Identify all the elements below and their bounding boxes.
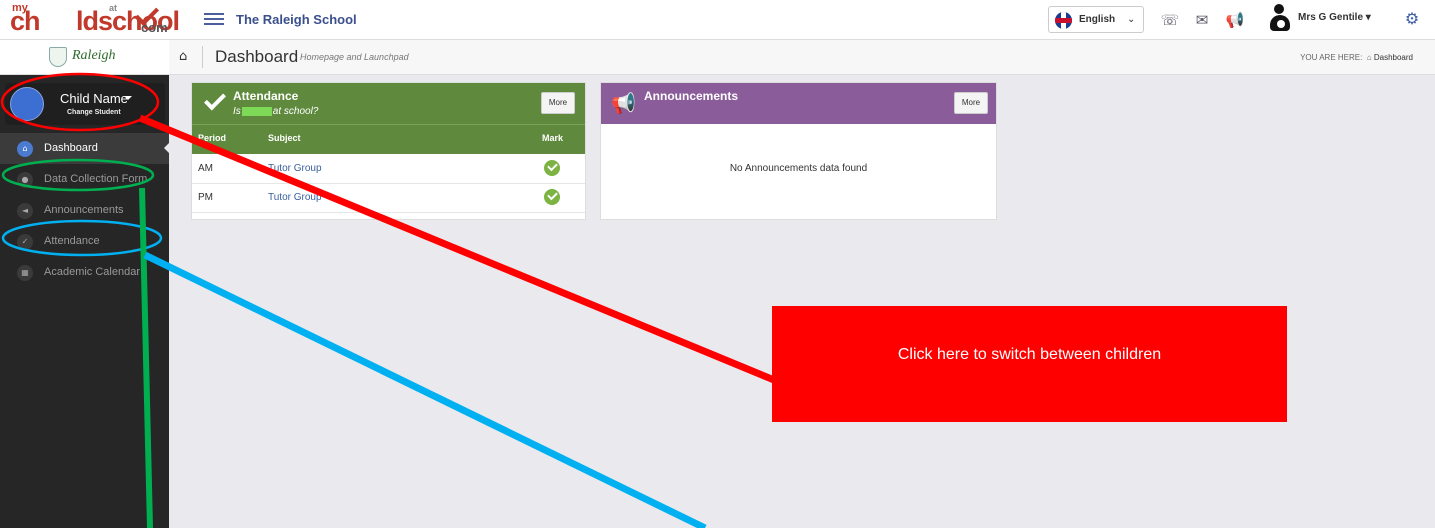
sidebar-item-announcements[interactable]: ◄ Announcements xyxy=(0,195,169,226)
check-icon xyxy=(204,88,226,111)
check-icon: ✓ xyxy=(17,234,33,250)
question-suffix: at school? xyxy=(272,106,319,117)
breadcrumb-dashboard-link[interactable]: Dashboard xyxy=(1374,53,1413,62)
page-header: ⌂ Dashboard Homepage and Launchpad YOU A… xyxy=(169,40,1435,75)
child-avatar xyxy=(10,87,44,121)
logo-com: com xyxy=(141,20,168,35)
column-header-mark: Mark xyxy=(542,133,564,143)
megaphone-icon[interactable]: 📢 xyxy=(1225,10,1245,30)
child-name: Child Name xyxy=(60,91,128,106)
announcements-title: Announcements xyxy=(644,89,739,103)
attendance-table-header: Period Subject Mark xyxy=(192,124,585,154)
table-row: AM Tutor Group xyxy=(192,155,585,184)
blue-pointer-arrow xyxy=(143,251,707,528)
announcements-widget: 📢 Announcements More No Announcements da… xyxy=(600,82,997,220)
callout-box: Click here to switch between children xyxy=(772,306,1287,422)
sidebar-item-label: Academic Calendar xyxy=(44,266,140,278)
sidebar-item-label: Dashboard xyxy=(44,142,98,154)
divider xyxy=(202,46,203,68)
home-icon: ⌂ xyxy=(17,141,33,157)
page-subtitle: Homepage and Launchpad xyxy=(300,52,409,62)
sidebar: Raleigh Child Name Change Student ⌂ Dash… xyxy=(0,40,169,528)
sidebar-nav: ⌂ Dashboard ● Data Collection Form ◄ Ann… xyxy=(0,133,169,288)
change-student-label: Change Student xyxy=(67,109,121,116)
attendance-title: Attendance xyxy=(233,89,299,103)
uk-flag-icon xyxy=(1055,12,1072,29)
logo-at: at xyxy=(109,3,118,13)
child-switcher[interactable]: Child Name Change Student xyxy=(5,83,165,125)
language-label: English xyxy=(1079,14,1116,25)
breadcrumb: YOU ARE HERE: ⌂ Dashboard xyxy=(1300,53,1413,62)
announcements-header: 📢 Announcements More xyxy=(601,83,996,124)
menu-toggle-icon[interactable] xyxy=(204,10,224,30)
you-are-here-label: YOU ARE HERE: xyxy=(1300,53,1363,62)
school-name: The Raleigh School xyxy=(236,12,357,27)
user-icon: ● xyxy=(17,172,33,188)
school-crest-icon xyxy=(49,47,67,67)
breadcrumb-home-icon: ⌂ xyxy=(1364,53,1374,62)
page-title: Dashboard xyxy=(215,47,299,66)
subject-link[interactable]: Tutor Group xyxy=(268,163,322,174)
column-header-period: Period xyxy=(198,133,227,143)
language-select[interactable]: English ⌄ xyxy=(1048,6,1144,33)
sidebar-item-data-collection-form[interactable]: ● Data Collection Form xyxy=(0,164,169,195)
present-check-icon xyxy=(544,189,560,205)
mychildatschool-logo[interactable]: my ch ldschool at com xyxy=(8,1,180,38)
period-cell: PM xyxy=(198,192,213,203)
logo-ch: ch xyxy=(10,6,40,36)
sidebar-item-dashboard[interactable]: ⌂ Dashboard xyxy=(0,133,169,164)
subject-link[interactable]: Tutor Group xyxy=(268,192,322,203)
top-bar: my ch ldschool at com The Raleigh School… xyxy=(0,0,1435,40)
chevron-down-icon: ⌄ xyxy=(1127,14,1136,25)
table-row: PM Tutor Group xyxy=(192,184,585,213)
announcements-empty-message: No Announcements data found xyxy=(729,163,868,174)
envelope-icon[interactable]: ✉ xyxy=(1192,10,1212,30)
megaphone-icon: 📢 xyxy=(611,91,636,115)
parent-child-avatar-icon xyxy=(1268,4,1292,32)
school-logo: Raleigh xyxy=(0,40,169,75)
annotation-overlay xyxy=(0,72,776,528)
sidebar-item-label: Data Collection Form xyxy=(44,173,148,185)
attendance-widget: Attendance Is at school? More Period Subj… xyxy=(191,82,586,220)
attendance-header: Attendance Is at school? More xyxy=(192,83,585,124)
attendance-more-button[interactable]: More xyxy=(541,92,575,114)
user-menu[interactable]: Mrs G Gentile ▾ xyxy=(1268,4,1376,34)
column-header-subject: Subject xyxy=(268,133,301,143)
announcements-more-button[interactable]: More xyxy=(954,92,988,114)
gear-icon[interactable]: ⚙ xyxy=(1402,9,1422,29)
present-check-icon xyxy=(544,160,560,176)
home-icon[interactable]: ⌂ xyxy=(179,49,187,64)
user-name: Mrs G Gentile ▾ xyxy=(1298,12,1371,23)
sidebar-item-academic-calendar[interactable]: ▦ Academic Calendar xyxy=(0,257,169,288)
sidebar-item-attendance[interactable]: ✓ Attendance xyxy=(0,226,169,257)
question-prefix: Is xyxy=(233,106,241,117)
megaphone-icon: ◄ xyxy=(17,203,33,219)
redacted-name xyxy=(241,106,272,116)
sidebar-item-label: Attendance xyxy=(44,235,100,247)
attendance-question: Is at school? xyxy=(233,106,318,117)
caret-down-icon xyxy=(124,96,132,100)
period-cell: AM xyxy=(198,163,213,174)
phone-icon[interactable]: ☏ xyxy=(1160,10,1180,30)
sidebar-item-label: Announcements xyxy=(44,204,124,216)
school-logo-text: Raleigh xyxy=(72,48,116,63)
calendar-icon: ▦ xyxy=(17,265,33,281)
